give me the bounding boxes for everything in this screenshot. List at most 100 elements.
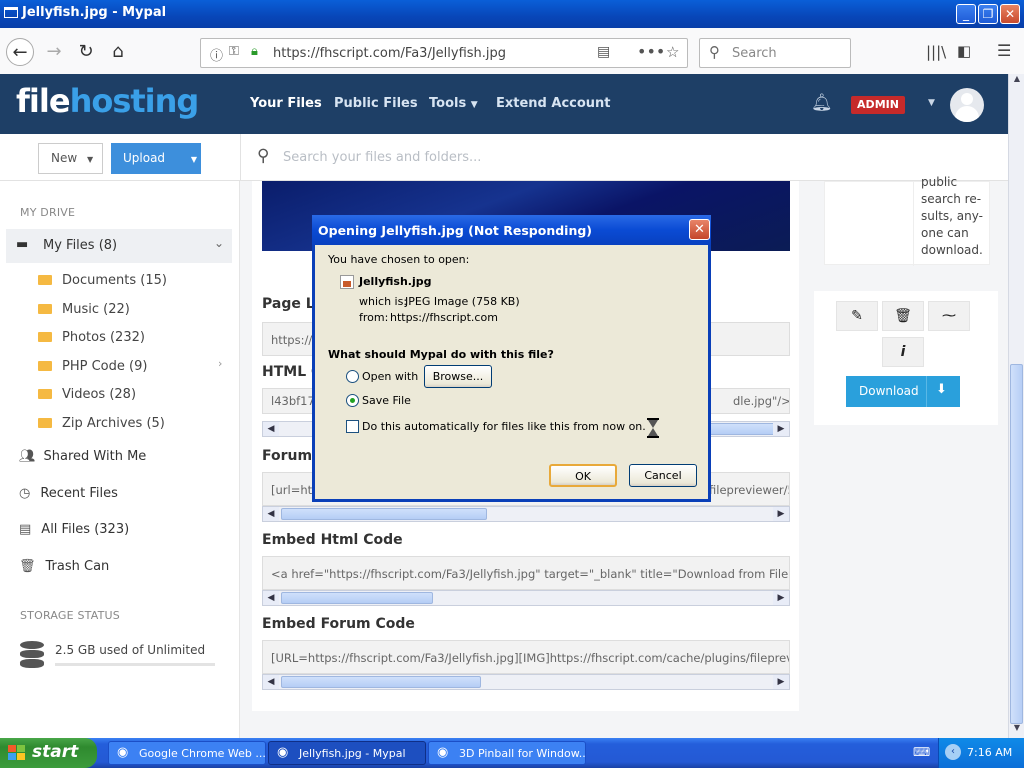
more-actions-icon[interactable]: •••	[637, 42, 665, 61]
info-icon[interactable]: i	[882, 337, 924, 367]
taskbar-item-mypal[interactable]: ◉ Jellyfish.jpg - Mypal	[268, 741, 426, 765]
save-file-label[interactable]: Save File	[362, 394, 411, 407]
sidebar-item-videos[interactable]: Videos (28)	[38, 387, 136, 402]
download-button[interactable]: Download ⬇	[846, 376, 960, 407]
sidebar-item-photos[interactable]: Photos (232)	[38, 330, 145, 345]
taskbar-item-chrome[interactable]: ◉ Google Chrome Web ...	[108, 741, 266, 765]
scroll-right-icon: ▶	[773, 507, 789, 521]
keyboard-icon[interactable]: ⌨	[913, 745, 930, 759]
scroll-left-icon: ◀	[263, 675, 279, 689]
upload-button[interactable]: Upload ▼	[111, 143, 201, 174]
image-file-icon	[340, 275, 354, 289]
back-arrow-icon[interactable]: ←	[6, 38, 34, 66]
chevron-right-icon[interactable]: ›	[218, 357, 222, 370]
folder-icon	[38, 361, 52, 371]
lock-icon: 🔒︎	[251, 44, 258, 59]
maximize-button[interactable]: ❐	[978, 4, 998, 24]
bell-icon[interactable]: 🔔︎	[811, 93, 833, 113]
sidebar-item-documents[interactable]: Documents (15)	[38, 273, 167, 288]
admin-badge[interactable]: ADMIN	[851, 96, 905, 114]
reload-icon[interactable]: ↻	[72, 38, 100, 66]
auto-checkbox[interactable]	[346, 420, 359, 433]
chart-icon[interactable]: ⁓	[928, 301, 970, 331]
chevron-down-icon: ⌄	[214, 236, 225, 250]
auto-label[interactable]: Do this automatically for files like thi…	[362, 420, 646, 433]
scroll-right-icon: ▶	[773, 591, 789, 605]
chevron-down-icon: ▼	[87, 155, 94, 164]
file-search-input[interactable]: Search your files and folders...	[283, 150, 481, 165]
cancel-button[interactable]: Cancel	[629, 464, 697, 487]
info-icon[interactable]: ⓘ	[210, 45, 223, 64]
hourglass-icon	[647, 418, 659, 438]
sidebar-item-my-files[interactable]: ▬ My Files (8) ⌄	[6, 229, 232, 263]
url-text[interactable]: https://fhscript.com/Fa3/Jellyfish.jpg	[273, 46, 506, 61]
source-url-value: https://fhscript.com	[390, 311, 498, 324]
sidebar-item-music[interactable]: Music (22)	[38, 302, 130, 317]
save-file-radio[interactable]	[346, 394, 359, 407]
sidebar-toggle-icon[interactable]: ◧	[957, 42, 971, 60]
home-icon[interactable]: ⌂	[104, 38, 132, 66]
dialog-close-button[interactable]: ✕	[689, 219, 710, 240]
visibility-text: public search re- sults, any- one can do…	[921, 175, 983, 257]
file-visibility-panel: public search re- sults, any- one can do…	[824, 175, 990, 266]
browser-search-field[interactable]: ⚲ Search	[699, 38, 851, 68]
chevron-down-icon[interactable]: ▼	[928, 98, 935, 108]
embed-forum-heading: Embed Forum Code	[262, 616, 415, 632]
search-placeholder: Search	[732, 46, 777, 61]
pencil-icon[interactable]: ✎	[836, 301, 878, 331]
search-icon: ⚲	[257, 146, 270, 166]
start-button[interactable]: start	[0, 738, 97, 768]
chevron-down-icon: ▼	[190, 155, 198, 164]
url-bar[interactable]: ⓘ ⚿ 🔒︎ https://fhscript.com/Fa3/Jellyfis…	[200, 38, 688, 68]
ok-button[interactable]: OK	[549, 464, 617, 487]
storage-text: 2.5 GB used of Unlimited	[55, 643, 206, 657]
sidebar-item-shared[interactable]: 👥︎ Shared With Me	[19, 449, 146, 464]
page-scrollbar[interactable]: ▲ ▼	[1008, 74, 1024, 738]
scroll-right-icon: ▶	[773, 422, 789, 436]
tray-expand-icon[interactable]: ‹	[945, 744, 961, 760]
embed-forum-scrollbar[interactable]: ◀ ▶	[262, 674, 790, 690]
sidebar-item-trash[interactable]: 🗑︎ Trash Can	[19, 559, 109, 574]
bookmark-star-icon[interactable]: ☆	[666, 43, 679, 61]
dialog-question: What should Mypal do with this file?	[328, 348, 554, 361]
site-logo[interactable]: filehosting	[16, 82, 199, 120]
close-window-button[interactable]: ✕	[1000, 4, 1020, 24]
avatar[interactable]	[950, 88, 984, 122]
sidebar-item-zip-archives[interactable]: Zip Archives (5)	[38, 416, 165, 431]
users-icon: 👥︎	[19, 449, 36, 464]
minimize-button[interactable]: _	[956, 4, 976, 24]
nav-tools[interactable]: Tools ▼	[429, 96, 478, 111]
sidebar-item-recent[interactable]: ◷ Recent Files	[19, 486, 118, 501]
nav-extend-account[interactable]: Extend Account	[496, 96, 611, 111]
new-button[interactable]: New ▼	[38, 143, 103, 174]
scroll-thumb	[1010, 364, 1023, 724]
forum-code-heading: Forum	[262, 448, 313, 464]
folder-icon	[38, 275, 52, 285]
trash-icon[interactable]: 🗑︎	[882, 301, 924, 331]
sidebar-item-php-code[interactable]: PHP Code (9)	[38, 359, 147, 374]
window-title: Jellyfish.jpg - Mypal	[22, 5, 167, 20]
forum-code-scrollbar[interactable]: ◀ ▶	[262, 506, 790, 522]
nav-public-files[interactable]: Public Files	[334, 96, 418, 111]
embed-forum-field[interactable]: [URL=https://fhscript.com/Fa3/Jellyfish.…	[262, 640, 790, 674]
from-label: from:	[359, 311, 389, 324]
open-with-label[interactable]: Open with	[362, 370, 418, 383]
folder-open-icon: ▬	[16, 237, 29, 252]
app-icon: ◉	[117, 745, 129, 760]
embed-html-scrollbar[interactable]: ◀ ▶	[262, 590, 790, 606]
library-icon[interactable]: |||\	[926, 43, 946, 61]
menu-icon[interactable]: ☰	[997, 41, 1011, 60]
nav-your-files[interactable]: Your Files	[250, 96, 322, 111]
browse-button[interactable]: Browse...	[424, 365, 492, 388]
key-icon: ⚿	[229, 44, 239, 59]
file-actions-bar: New ▼ Upload ▼ ⚲ Search your files and f…	[0, 134, 1008, 181]
search-icon: ⚲	[709, 43, 720, 61]
sidebar-item-all-files[interactable]: ▤ All Files (323)	[19, 522, 129, 537]
open-with-radio[interactable]	[346, 370, 359, 383]
clock[interactable]: 7:16 AM	[967, 746, 1012, 759]
reader-view-icon[interactable]: ▤	[597, 44, 610, 60]
taskbar-item-pinball[interactable]: ◉ 3D Pinball for Window...	[428, 741, 586, 765]
file-actions-panel: ✎ 🗑︎ ⁓ i Download ⬇	[814, 291, 998, 425]
embed-html-field[interactable]: <a href="https://fhscript.com/Fa3/Jellyf…	[262, 556, 790, 590]
forward-arrow-icon[interactable]: →	[40, 38, 68, 66]
